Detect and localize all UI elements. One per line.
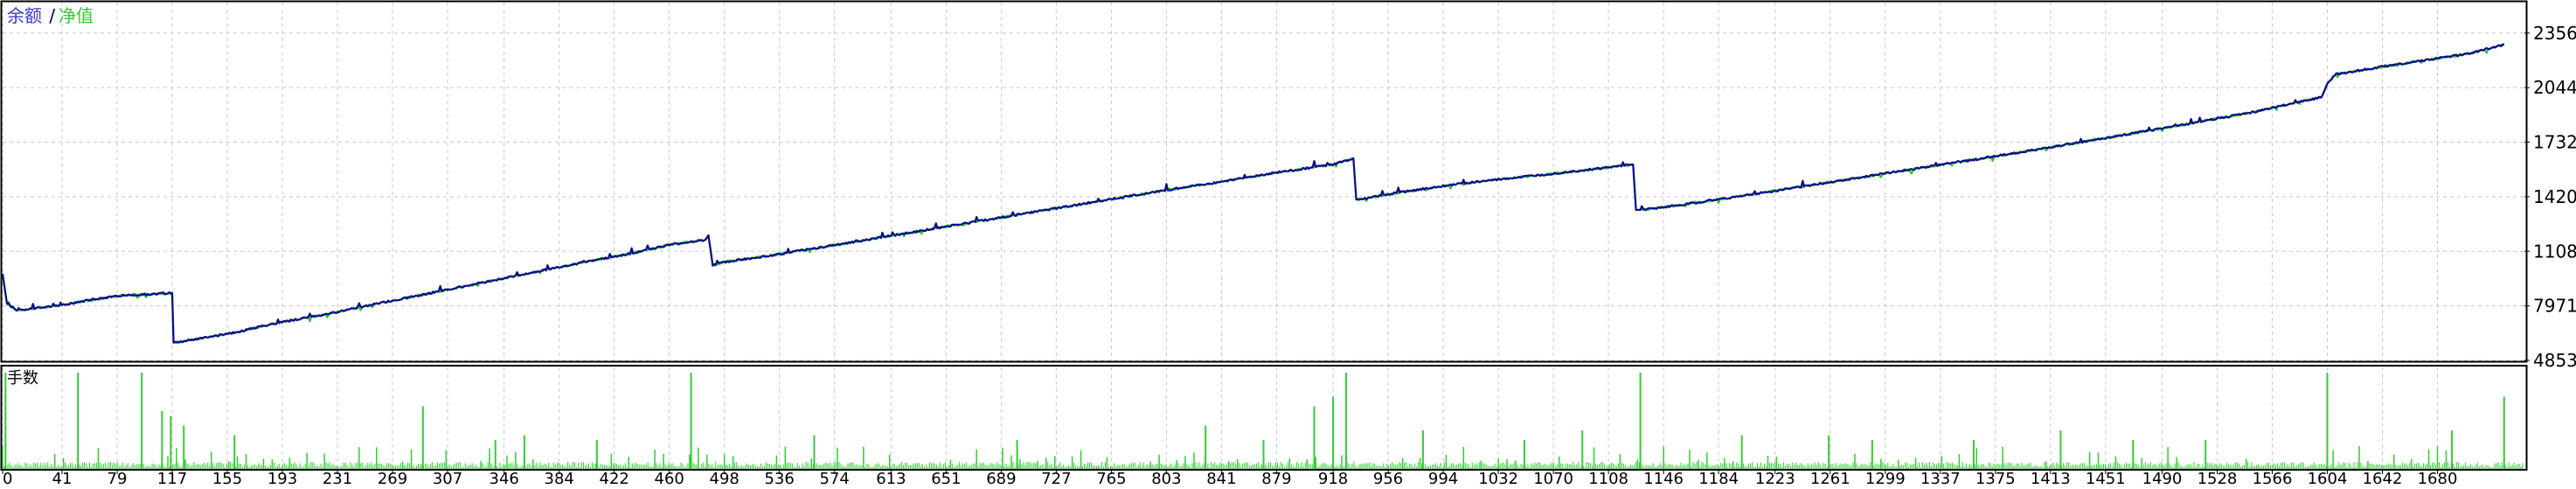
x-tick-label: 307 [433,470,462,486]
x-tick-label: 1451 [2086,470,2126,486]
x-tick-label: 1566 [2253,470,2293,486]
x-tick-label: 498 [710,470,739,486]
x-tick-label: 41 [52,470,73,486]
x-tick-label: 384 [545,470,574,486]
x-tick-label: 460 [655,470,684,486]
y-tick-label: 14207 [2533,186,2576,207]
x-tick-label: 536 [765,470,795,486]
x-tick-label: 193 [267,470,297,486]
chart-background [0,0,2576,486]
x-tick-label: 1032 [1478,470,1518,486]
x-tick-label: 651 [931,470,961,486]
x-tick-label: 574 [820,470,850,486]
x-tick-label: 1337 [1920,470,1961,486]
x-tick-label: 613 [876,470,906,486]
equity-chart: 4853 7971 11089 14207 17325 20443 23561 0 41 79 1… [0,0,2576,488]
x-tick-label: 841 [1206,470,1236,486]
x-tick-label: 1184 [1698,470,1739,486]
x-tick-label: 155 [212,470,242,486]
x-tick-label: 1261 [1810,470,1850,486]
x-tick-label: 422 [600,470,629,486]
x-tick-label: 1680 [2418,470,2458,486]
legend-balance: 余额 [7,5,42,26]
y-tick-label: 4853 [2533,350,2576,371]
legend-equity: 净值 [59,5,94,26]
x-tick-label: 269 [378,470,407,486]
x-tick-label: 1413 [2031,470,2071,486]
x-tick-label: 1604 [2308,470,2348,486]
x-tick-label: 1375 [1975,470,2016,486]
x-tick-label: 1223 [1755,470,1795,486]
x-tick-label: 1299 [1865,470,1906,486]
x-tick-label: 803 [1151,470,1181,486]
x-tick-label: 79 [108,470,128,486]
x-tick-label: 1146 [1643,470,1684,486]
x-tick-label: 346 [490,470,519,486]
x-tick-label: 918 [1318,470,1348,486]
x-tick-label: 1070 [1533,470,1573,486]
x-tick-label: 727 [1041,470,1071,486]
x-tick-label: 117 [157,470,187,486]
x-tick-label: 765 [1096,470,1126,486]
y-tick-label: 11089 [2533,241,2576,262]
x-tick-label: 879 [1261,470,1291,486]
y-tick-label: 23561 [2533,23,2576,44]
x-tick-label: 1490 [2142,470,2183,486]
x-tick-label: 1108 [1588,470,1628,486]
x-tick-label: 956 [1373,470,1403,486]
x-tick-label: 0 [3,470,12,486]
y-tick-label: 17325 [2533,132,2576,153]
x-tick-label: 994 [1428,470,1458,486]
x-tick-label: 231 [323,470,352,486]
x-tick-label: 1642 [2363,470,2403,486]
x-tick-label: 1528 [2198,470,2238,486]
y-tick-label: 7971 [2533,296,2576,317]
x-tick-label: 689 [986,470,1016,486]
volume-title: 手数 [7,369,38,388]
y-tick-label: 20443 [2533,77,2576,98]
